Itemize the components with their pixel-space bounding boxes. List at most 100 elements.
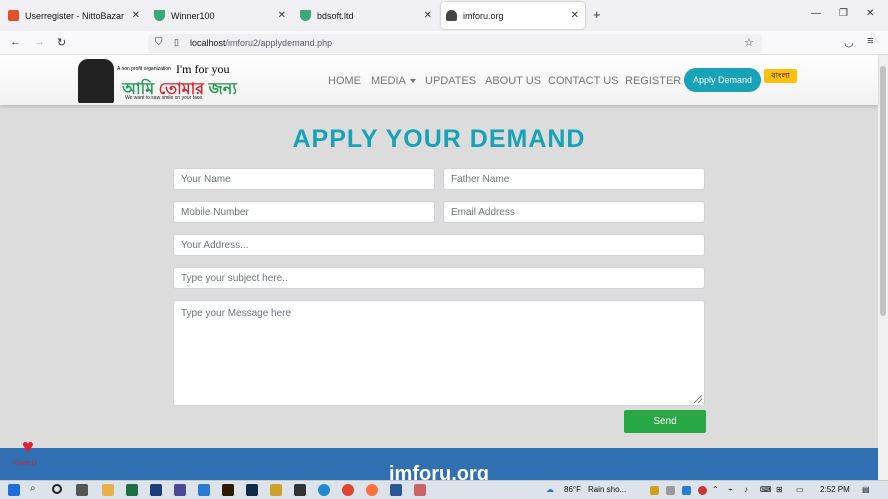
person-favicon-icon [446, 10, 457, 21]
subject-input[interactable]: Type your subject here.. [173, 267, 705, 289]
app-icon[interactable] [270, 484, 282, 496]
tab-title: Userregister - NittoBazar [25, 10, 125, 21]
bookmark-star-icon[interactable]: ☆ [744, 36, 754, 49]
nav-home[interactable]: HOME [328, 75, 361, 87]
windows-start-icon[interactable] [8, 484, 20, 496]
task-view-icon[interactable] [76, 484, 88, 496]
close-tab-icon[interactable]: ✕ [571, 10, 579, 21]
search-icon[interactable]: ⌕ [30, 483, 42, 495]
firefox-icon[interactable] [366, 484, 378, 496]
file-explorer-icon[interactable] [102, 484, 114, 496]
logo-slogan: We want to saw smile on your face. [125, 95, 204, 101]
tray-app-icon[interactable] [666, 486, 675, 495]
app-icon[interactable] [150, 484, 162, 496]
illustrator-icon[interactable] [222, 484, 234, 496]
app-icon[interactable] [414, 484, 426, 496]
shield-icon[interactable]: ⛉ [155, 37, 163, 48]
heart-icon[interactable]: ♥ [22, 436, 34, 459]
caret-down-icon [409, 79, 416, 84]
footer-title: imforu.org [389, 463, 489, 480]
volume-icon[interactable]: ♪ [744, 485, 748, 494]
tab-title: bdsoft.ltd [317, 10, 354, 21]
nittobazar-favicon-icon [8, 10, 19, 21]
heart-label: I love U [13, 460, 37, 467]
tab-userregister[interactable]: Userregister - NittoBazar ✕ [4, 2, 146, 29]
nav-media[interactable]: MEDIA [371, 75, 416, 87]
nav-about-us[interactable]: ABOUT US [485, 75, 541, 87]
restore-icon[interactable]: ❐ [839, 8, 848, 19]
weather-desc[interactable]: Rain sho... [588, 485, 626, 494]
email-input[interactable]: Email Address [443, 201, 705, 223]
pocket-icon[interactable]: ◡ [844, 36, 854, 49]
logo-english-text: I'm for you [176, 62, 230, 76]
language-toggle-button[interactable]: বাংলা [764, 69, 797, 83]
windows-taskbar: ⌕ ☁ 86°F Rain sho... ⌃ ⌁ ♪ ⌨ ⊞ ▭ 2:52 PM… [0, 480, 888, 499]
page-title: APPLY YOUR DEMAND [292, 125, 586, 153]
tray-app-icon[interactable] [650, 486, 659, 495]
tab-bdsoft[interactable]: bdsoft.ltd ✕ [296, 2, 438, 29]
notification-icon[interactable]: ▤ [862, 485, 870, 494]
app-icon[interactable] [294, 484, 306, 496]
scrollbar-thumb[interactable] [880, 66, 886, 316]
tray-overflow-icon[interactable]: ⌃ [712, 485, 719, 494]
close-tab-icon[interactable]: ✕ [424, 10, 432, 21]
tray-app-icon[interactable] [682, 486, 691, 495]
url-host: localhost [190, 38, 226, 48]
network-icon[interactable]: ⌁ [728, 485, 733, 494]
app-tray-icon[interactable]: ⊞ [776, 485, 783, 494]
nav-updates[interactable]: UPDATES [425, 75, 476, 87]
edge-icon[interactable] [318, 484, 330, 496]
chrome-icon[interactable] [342, 484, 354, 496]
cortana-icon[interactable] [52, 484, 62, 494]
url-text[interactable]: localhost/imforu2/applydemand.php [190, 38, 332, 48]
clock[interactable]: 2:52 PM [820, 485, 850, 494]
logo-tagline: A non profit organization [117, 66, 171, 72]
browser-nav-bar: ← → ↻ ⛉ ▯ localhost/imforu2/applydemand.… [0, 31, 888, 55]
excel-icon[interactable] [126, 484, 138, 496]
close-window-icon[interactable]: ✕ [866, 8, 874, 19]
address-bar[interactable]: ⛉ ▯ localhost/imforu2/applydemand.php ☆ [148, 34, 762, 53]
shield-favicon-icon [300, 10, 311, 21]
logo-bangla-part3: জন্য [204, 81, 237, 98]
photoshop-icon[interactable] [246, 484, 258, 496]
tab-imforu[interactable]: imforu.org ✕ [441, 2, 585, 29]
tab-title: imforu.org [463, 10, 504, 21]
language-icon[interactable]: ⌨ [760, 485, 772, 494]
shield-favicon-icon [154, 10, 165, 21]
nav-media-label: MEDIA [371, 75, 406, 87]
minimize-icon[interactable]: — [811, 8, 821, 19]
nav-contact-us[interactable]: CONTACT US [548, 75, 619, 87]
tab-title: Winner100 [171, 10, 215, 21]
name-input[interactable]: Your Name [173, 168, 435, 190]
browser-tab-bar: Userregister - NittoBazar ✕ Winner100 ✕ … [0, 0, 888, 31]
keyboard-icon[interactable]: ▭ [796, 485, 804, 494]
father-name-input[interactable]: Father Name [443, 168, 705, 190]
site-logo[interactable]: A non profit organization I'm for you আম… [78, 59, 243, 103]
logo-portrait [78, 59, 114, 103]
send-button[interactable]: Send [624, 410, 706, 433]
nav-register[interactable]: REGISTER [625, 75, 681, 87]
tab-winner100[interactable]: Winner100 ✕ [150, 2, 292, 29]
vscode-icon[interactable] [198, 484, 210, 496]
page-icon: ▯ [174, 37, 179, 47]
message-textarea[interactable]: Type your Message here [173, 300, 705, 406]
resize-handle-icon[interactable] [694, 395, 702, 403]
message-placeholder: Type your Message here [181, 308, 292, 319]
page-scrollbar[interactable] [878, 55, 888, 480]
close-tab-icon[interactable]: ✕ [132, 10, 140, 21]
weather-icon[interactable]: ☁ [546, 485, 554, 494]
menu-icon[interactable]: ≡ [867, 35, 873, 47]
reload-icon[interactable]: ↻ [57, 36, 66, 49]
address-input[interactable]: Your Address... [173, 234, 705, 256]
back-icon[interactable]: ← [10, 36, 21, 48]
new-tab-icon[interactable]: + [593, 7, 601, 22]
apply-demand-button[interactable]: Apply Demand [684, 68, 761, 92]
forward-icon[interactable]: → [34, 36, 45, 48]
mobile-input[interactable]: Mobile Number [173, 201, 435, 223]
app-icon[interactable] [174, 484, 186, 496]
word-icon[interactable] [390, 484, 402, 496]
site-footer: imforu.org [0, 448, 878, 480]
close-tab-icon[interactable]: ✕ [278, 10, 286, 21]
tray-app-icon[interactable] [698, 486, 707, 495]
weather-temp[interactable]: 86°F [564, 485, 581, 494]
